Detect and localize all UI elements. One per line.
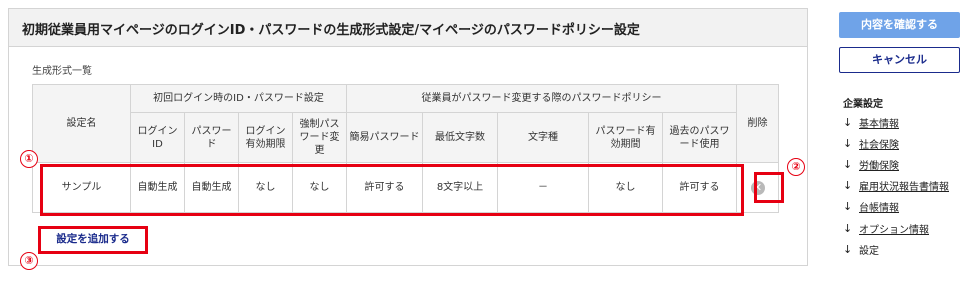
header-delete: 削除 <box>736 84 779 163</box>
confirm-button[interactable]: 内容を確認する <box>839 12 960 38</box>
header-char-type: 文字種 <box>497 112 589 163</box>
header-past-password: 過去のパスワード使用 <box>662 112 737 163</box>
arrow-down-icon: ↓ <box>843 221 853 235</box>
sidebar-item-label[interactable]: 基本情報 <box>859 115 899 130</box>
arrow-down-icon: ↓ <box>843 116 853 130</box>
annotation-box-delete <box>754 172 784 203</box>
sidebar-item-label[interactable]: オプション情報 <box>859 221 929 236</box>
sidebar-item-label[interactable]: 社会保険 <box>859 136 899 151</box>
sidebar-item-options[interactable]: ↓ オプション情報 <box>843 217 949 238</box>
header-min-length: 最低文字数 <box>422 112 498 163</box>
header-login-expiry: ログイン有効期限 <box>238 112 293 163</box>
marker-3: ③ <box>20 252 38 270</box>
arrow-down-icon: ↓ <box>843 158 853 172</box>
sidebar-item-label[interactable]: 台帳情報 <box>859 199 899 214</box>
sidebar-item-basic[interactable]: ↓ 基本情報 <box>843 112 949 133</box>
arrow-down-icon: ↓ <box>843 200 853 214</box>
sidebar-item-label[interactable]: 雇用状況報告書情報 <box>859 178 949 193</box>
sidebar-nav: ↓ 基本情報 ↓ 社会保険 ↓ 労働保険 ↓ 雇用状況報告書情報 ↓ 台帳情報 … <box>843 112 949 260</box>
sidebar-item-settings[interactable]: ↓ 設定 <box>843 239 949 260</box>
header-login-id: ログインID <box>130 112 185 163</box>
annotation-box-row <box>40 164 744 216</box>
section-label: 生成形式一覧 <box>32 66 92 77</box>
panel-header: 初期従業員用マイページのログインID・パスワードの生成形式設定/マイページのパス… <box>9 9 807 47</box>
sidebar-item-label[interactable]: 設定 <box>859 242 879 257</box>
header-password: パスワード <box>184 112 239 163</box>
sidebar-item-label[interactable]: 労働保険 <box>859 157 899 172</box>
marker-1: ① <box>20 150 38 168</box>
header-setting-name: 設定名 <box>32 84 131 163</box>
sidebar-heading: 企業設定 <box>843 99 883 110</box>
cancel-button[interactable]: キャンセル <box>839 47 960 73</box>
header-password-expiry: パスワード有効期間 <box>588 112 663 163</box>
arrow-down-icon: ↓ <box>843 137 853 151</box>
sidebar-item-ledger[interactable]: ↓ 台帳情報 <box>843 196 949 217</box>
add-setting-link[interactable]: 設定を追加する <box>42 226 144 252</box>
panel-title: 初期従業員用マイページのログインID・パスワードの生成形式設定/マイページのパス… <box>22 23 640 38</box>
header-simple-password: 簡易パスワード <box>346 112 423 163</box>
header-group-initial: 初回ログイン時のID・パスワード設定 <box>130 84 347 113</box>
header-forced-change: 強制パスワード変更 <box>292 112 347 163</box>
header-group-policy: 従業員がパスワード変更する際のパスワードポリシー <box>346 84 737 113</box>
sidebar-item-social-insurance[interactable]: ↓ 社会保険 <box>843 133 949 154</box>
marker-2: ② <box>787 158 805 176</box>
arrow-down-icon: ↓ <box>843 179 853 193</box>
arrow-down-icon: ↓ <box>843 242 853 256</box>
sidebar-item-labor-insurance[interactable]: ↓ 労働保険 <box>843 154 949 175</box>
sidebar-item-employment-report[interactable]: ↓ 雇用状況報告書情報 <box>843 175 949 196</box>
